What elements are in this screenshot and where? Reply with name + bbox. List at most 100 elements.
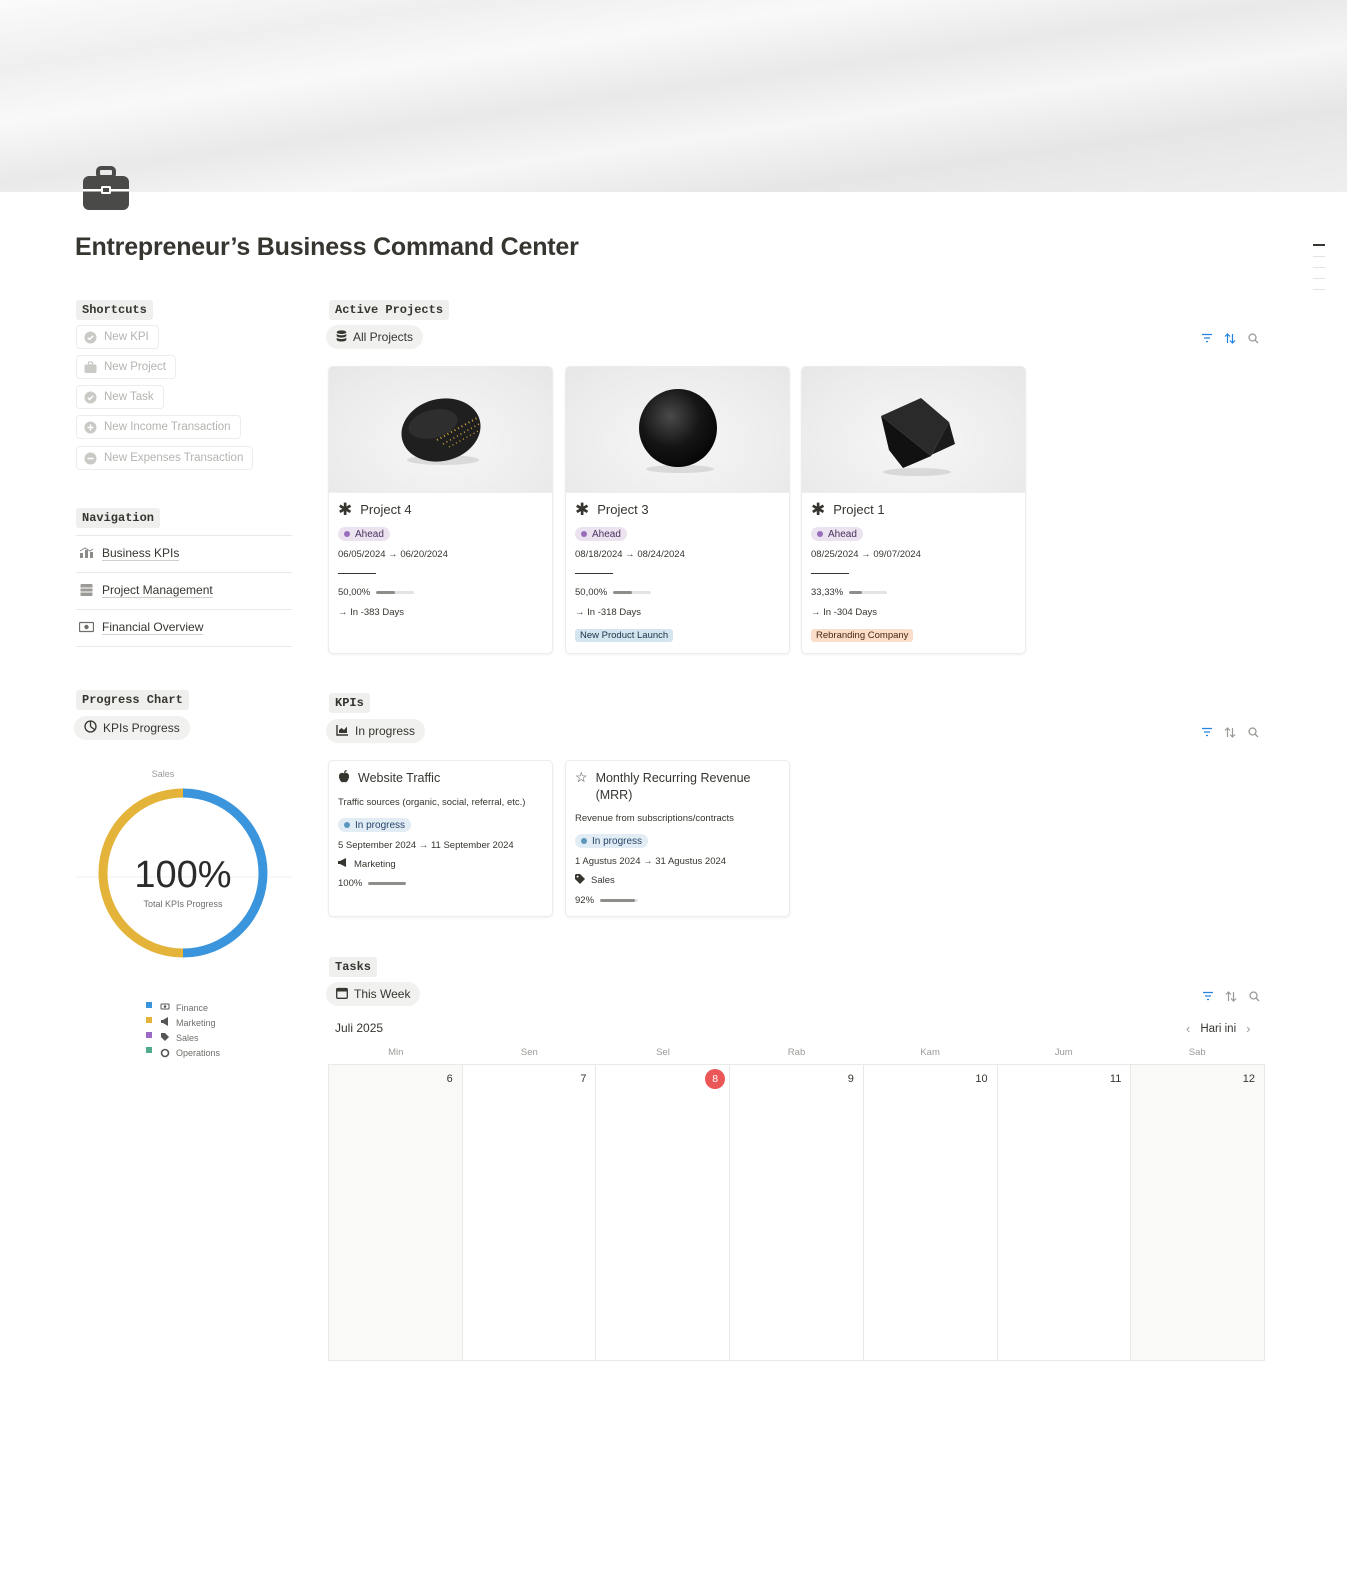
calendar-day[interactable]: 11 — [998, 1065, 1132, 1360]
new-kpi-button[interactable]: New KPI — [76, 325, 159, 349]
kpi-title[interactable]: Website Traffic — [338, 769, 543, 788]
filter-icon[interactable] — [1201, 726, 1213, 738]
project-progress: 50,00% — [338, 587, 543, 598]
filter-icon[interactable] — [1201, 332, 1213, 344]
search-icon[interactable] — [1248, 990, 1260, 1002]
nav-item-label: Financial Overview — [102, 620, 204, 635]
legend-item-sales[interactable]: Sales — [146, 1032, 199, 1043]
sort-icon[interactable] — [1225, 990, 1237, 1002]
calendar-day[interactable]: 12 — [1131, 1065, 1265, 1360]
weekday-label: Sen — [520, 1047, 538, 1058]
money-icon — [78, 621, 95, 636]
project-card[interactable]: ✱ Project 4 Ahead 06/05/2024 → 06/20/2024… — [328, 366, 553, 654]
sort-icon[interactable] — [1224, 726, 1236, 738]
view-tab-label: This Week — [354, 987, 411, 1001]
new-expenses-transaction-button[interactable]: New Expenses Transaction — [76, 446, 254, 470]
calendar-month: Juli 2025 — [335, 1021, 384, 1035]
kpi-card[interactable]: ☆ Monthly Recurring Revenue (MRR) Revenu… — [565, 760, 790, 917]
status-text: Ahead — [592, 528, 621, 540]
project-due: → In -318 Days — [575, 607, 641, 618]
project-card[interactable]: ✱ Project 3 Ahead 08/18/2024 → 08/24/2024… — [565, 366, 790, 654]
status-badge: Ahead — [338, 527, 390, 541]
page-title: Entrepreneur’s Business Command Center — [75, 233, 579, 261]
status-badge: In progress — [338, 818, 412, 832]
calendar-day[interactable]: 7 — [463, 1065, 597, 1360]
briefcase-icon[interactable] — [82, 165, 130, 213]
project-title[interactable]: ✱ Project 4 — [338, 501, 543, 518]
nav-item-financial-overview[interactable]: Financial Overview — [76, 610, 292, 647]
chevron-left-icon[interactable]: ‹ — [1186, 1021, 1190, 1036]
calendar-day[interactable]: 6 — [329, 1065, 463, 1360]
divider — [575, 573, 613, 574]
day-number: 10 — [975, 1073, 988, 1085]
tasks-heading: Tasks — [329, 957, 378, 977]
today-button[interactable]: Hari ini — [1200, 1023, 1236, 1035]
view-tab-kpis-progress[interactable]: KPIs Progress — [74, 716, 190, 740]
tag-icon — [575, 874, 585, 887]
toc-line[interactable] — [1313, 256, 1325, 257]
page-cover — [0, 0, 1347, 192]
toc-line[interactable] — [1313, 244, 1325, 246]
kpi-card[interactable]: Website Traffic Traffic sources (organic… — [328, 760, 553, 917]
nav-item-project-management[interactable]: Project Management — [76, 573, 292, 610]
tasks-toolbar — [1202, 990, 1260, 1002]
donut-center-label: Total KPIs Progress — [143, 899, 223, 909]
status-badge: Ahead — [575, 527, 627, 541]
new-task-button[interactable]: New Task — [76, 385, 164, 409]
money-icon — [160, 1003, 170, 1010]
calendar-day[interactable]: 9 — [730, 1065, 864, 1360]
legend-item-marketing[interactable]: Marketing — [146, 1017, 216, 1028]
new-income-transaction-button[interactable]: New Income Transaction — [76, 415, 241, 439]
view-tab-this-week[interactable]: This Week — [326, 982, 421, 1006]
kpi-category-text: Marketing — [354, 858, 396, 870]
calendar-day-today[interactable]: 8 — [596, 1065, 731, 1360]
search-icon[interactable] — [1247, 332, 1259, 344]
chevron-right-icon[interactable]: › — [1246, 1021, 1250, 1036]
kpi-category: Marketing — [338, 858, 543, 870]
view-tab-label: KPIs Progress — [103, 721, 180, 735]
toc-line[interactable] — [1313, 278, 1325, 279]
day-number: 12 — [1242, 1073, 1256, 1085]
kpi-title-text: Monthly Recurring Revenue (MRR) — [595, 771, 751, 802]
kpis-donut-chart[interactable]: Sales 100% Total KPIs Progress Finance M… — [76, 760, 292, 1070]
filter-icon[interactable] — [1202, 990, 1214, 1002]
chart-icon — [79, 546, 94, 562]
donut-center-value: 100% — [134, 854, 231, 896]
view-tab-label: All Projects — [353, 330, 414, 344]
nav-item-business-kpis[interactable]: Business KPIs — [76, 536, 292, 573]
legend-item-finance[interactable]: Finance — [146, 1002, 208, 1013]
view-tab-label: In progress — [355, 724, 416, 738]
view-tab-in-progress[interactable]: In progress — [326, 719, 426, 743]
legend-item-operations[interactable]: Operations — [146, 1047, 221, 1058]
search-icon[interactable] — [1247, 726, 1259, 738]
divider — [811, 573, 849, 574]
nav-item-label: Project Management — [102, 583, 213, 598]
project-title[interactable]: ✱ Project 3 — [575, 501, 780, 518]
sphere-shape — [638, 388, 717, 473]
shortcut-label: New Expenses Transaction — [104, 452, 244, 464]
project-card[interactable]: ✱ Project 1 Ahead 08/25/2024 → 09/07/2024… — [801, 366, 1026, 654]
toc-line[interactable] — [1313, 289, 1325, 290]
nav-item-label: Business KPIs — [102, 546, 180, 561]
calendar-day[interactable]: 10 — [864, 1065, 998, 1360]
weekday-label: Sel — [656, 1047, 670, 1058]
view-tab-all-projects[interactable]: All Projects — [326, 325, 424, 349]
kpi-title[interactable]: ☆ Monthly Recurring Revenue (MRR) — [575, 770, 780, 804]
megaphone-icon — [338, 858, 348, 870]
weekday-label: Kam — [920, 1047, 940, 1058]
kpi-category-text: Sales — [591, 875, 615, 886]
project-title[interactable]: ✱ Project 1 — [811, 501, 1016, 518]
new-project-button[interactable]: New Project — [76, 355, 176, 379]
status-badge: In progress — [575, 834, 649, 848]
progress-fill — [849, 591, 862, 594]
plus-circle-icon — [84, 421, 97, 434]
sort-icon[interactable] — [1224, 332, 1236, 344]
progress-fill — [376, 591, 396, 594]
toc-line[interactable] — [1313, 267, 1325, 268]
table-of-contents[interactable] — [1313, 244, 1327, 300]
weekday-label: Jum — [1054, 1047, 1073, 1058]
status-badge: Ahead — [811, 527, 863, 541]
project-cover-image — [566, 367, 789, 493]
progress-text: 50,00% — [575, 587, 608, 598]
project-tag: Rebranding Company — [811, 629, 914, 642]
